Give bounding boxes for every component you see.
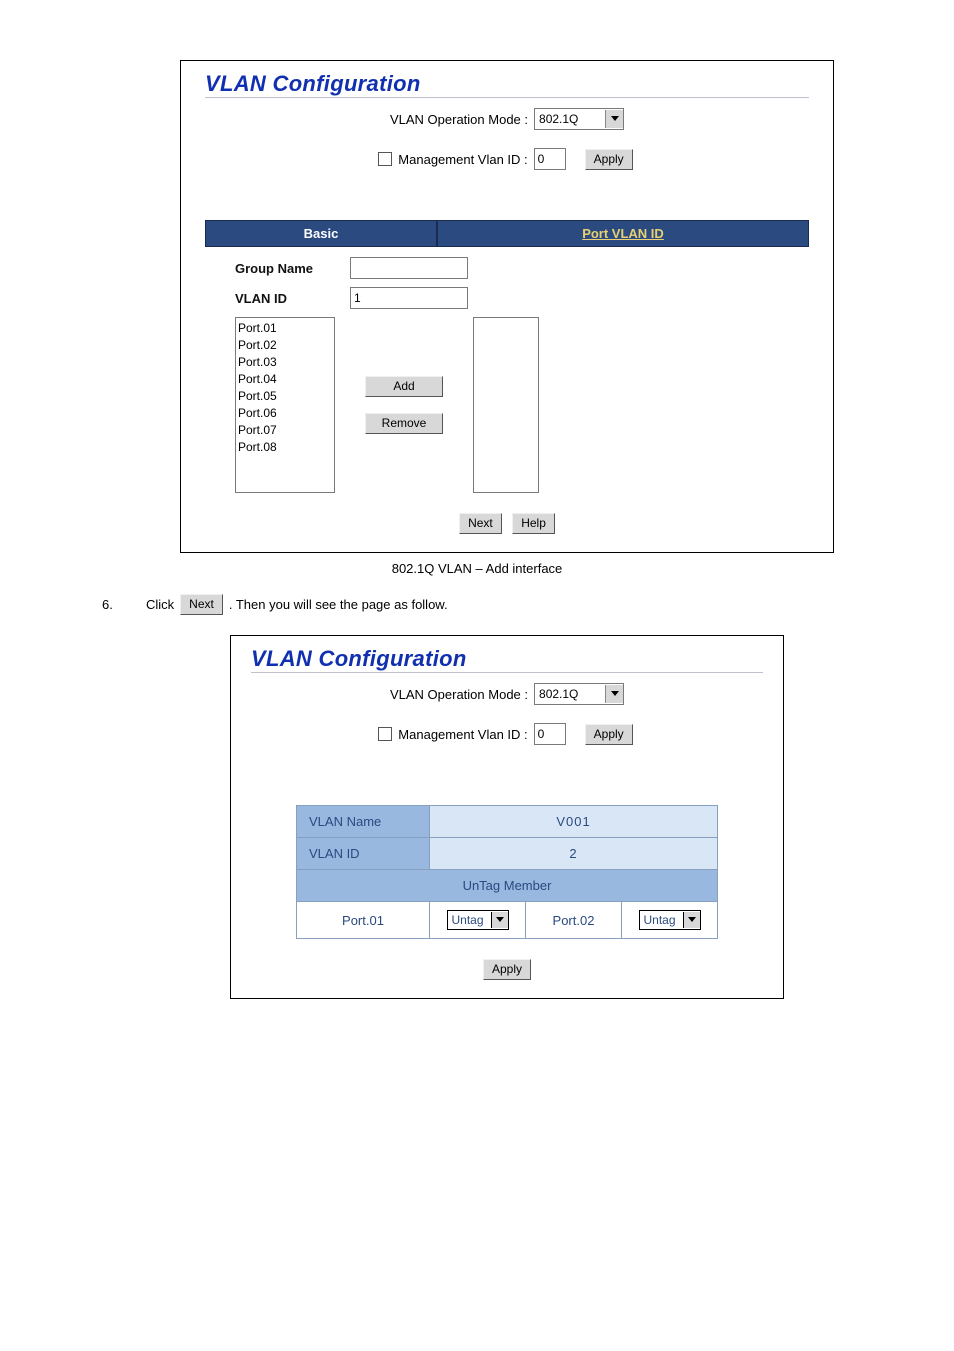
management-vlan-label: Management Vlan ID :: [398, 152, 527, 167]
group-name-input[interactable]: [350, 257, 468, 279]
vlan-name-label: VLAN Name: [297, 806, 430, 838]
operation-mode-value: 802.1Q: [535, 686, 605, 702]
management-vlan-checkbox[interactable]: [378, 727, 392, 741]
step-text-pre: Click: [146, 597, 174, 612]
chevron-down-icon: [605, 685, 623, 703]
vlan-id-input[interactable]: [350, 287, 468, 309]
port-cell: Port.02: [526, 902, 622, 939]
page-heading: VLAN Configuration: [205, 71, 809, 98]
chevron-down-icon: [605, 110, 623, 128]
list-item[interactable]: Port.08: [238, 439, 332, 456]
management-vlan-label: Management Vlan ID :: [398, 727, 527, 742]
chevron-down-icon: [491, 912, 508, 928]
group-name-label: Group Name: [235, 261, 350, 276]
operation-mode-label: VLAN Operation Mode :: [390, 112, 528, 127]
operation-mode-label: VLAN Operation Mode :: [390, 687, 528, 702]
inline-next-button: Next: [180, 594, 223, 615]
vlan-name-value: V001: [430, 806, 718, 838]
list-item[interactable]: Port.05: [238, 388, 332, 405]
operation-mode-select[interactable]: 802.1Q: [534, 108, 624, 130]
management-vlan-input[interactable]: [534, 723, 566, 745]
vlan-add-interface-screenshot: VLAN Configuration VLAN Operation Mode :…: [180, 60, 834, 553]
vlan-id-label: VLAN ID: [235, 291, 350, 306]
tag-mode-select[interactable]: Untag: [639, 910, 701, 930]
add-port-button[interactable]: Add: [365, 376, 443, 397]
tag-mode-value: Untag: [448, 912, 491, 928]
apply-button[interactable]: Apply: [483, 959, 531, 980]
apply-button[interactable]: Apply: [585, 724, 633, 745]
management-vlan-input[interactable]: [534, 148, 566, 170]
tag-mode-value: Untag: [640, 912, 683, 928]
remove-port-button[interactable]: Remove: [365, 413, 443, 434]
vlan-untag-member-screenshot: VLAN Configuration VLAN Operation Mode :…: [230, 635, 784, 999]
vlan-tabstrip: Basic Port VLAN ID: [205, 220, 809, 247]
list-item[interactable]: Port.01: [238, 320, 332, 337]
apply-button[interactable]: Apply: [585, 149, 633, 170]
operation-mode-select[interactable]: 802.1Q: [534, 683, 624, 705]
list-item[interactable]: Port.06: [238, 405, 332, 422]
vlan-result-table: VLAN Name V001 VLAN ID 2 UnTag Member Po…: [296, 805, 718, 939]
vlan-id-label: VLAN ID: [297, 838, 430, 870]
available-ports-list[interactable]: Port.01Port.02Port.03Port.04Port.05Port.…: [235, 317, 335, 493]
port-cell: Port.01: [297, 902, 430, 939]
list-item[interactable]: Port.07: [238, 422, 332, 439]
list-item[interactable]: Port.04: [238, 371, 332, 388]
list-item[interactable]: Port.02: [238, 337, 332, 354]
page-heading: VLAN Configuration: [251, 646, 763, 673]
operation-mode-value: 802.1Q: [535, 111, 605, 127]
tag-mode-select[interactable]: Untag: [447, 910, 509, 930]
list-item[interactable]: Port.03: [238, 354, 332, 371]
help-button[interactable]: Help: [512, 513, 555, 534]
figure-caption: 802.1Q VLAN – Add interface: [60, 561, 894, 576]
next-button[interactable]: Next: [459, 513, 502, 534]
tab-port-vlan-id[interactable]: Port VLAN ID: [437, 220, 809, 247]
chevron-down-icon: [683, 912, 700, 928]
selected-ports-list[interactable]: [473, 317, 539, 493]
instruction-step: 6. Click Next . Then you will see the pa…: [102, 594, 894, 615]
step-number: 6.: [102, 597, 146, 612]
management-vlan-checkbox[interactable]: [378, 152, 392, 166]
tab-basic[interactable]: Basic: [205, 220, 437, 247]
untag-member-header: UnTag Member: [297, 870, 718, 902]
step-text-post: . Then you will see the page as follow.: [229, 597, 448, 612]
vlan-id-value: 2: [430, 838, 718, 870]
